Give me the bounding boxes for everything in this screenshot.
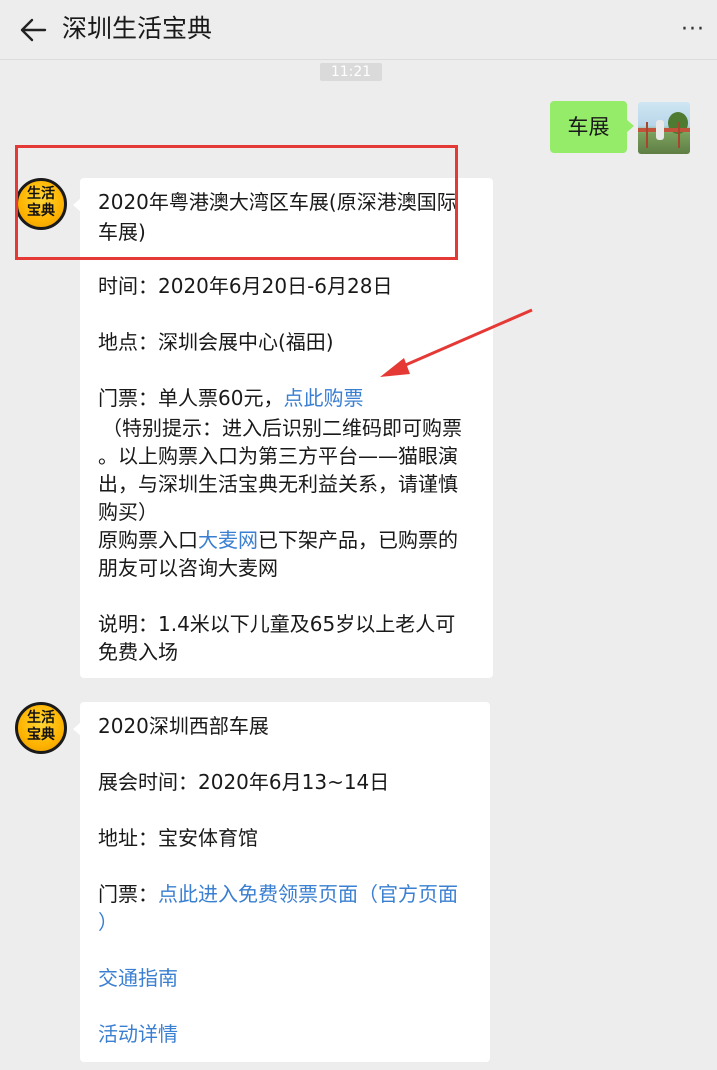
tip-text: 出，与深圳生活宝典无利益关系，请谨慎: [98, 472, 458, 496]
timestamp: 11:21: [320, 63, 382, 81]
note-text: 免费入场: [98, 640, 178, 664]
message-bubble-2[interactable]: 2020深圳西部车展 展会时间：2020年6月13~14日 地址：宝安体育馆 门…: [73, 702, 490, 1062]
original-ticket-info-cont: 朋友可以咨询大麦网: [98, 556, 278, 580]
tip-text: 。以上购票入口为第三方平台——猫眼演: [98, 444, 458, 468]
highlight-box: [15, 145, 458, 260]
event-time: 时间：2020年6月20日-6月28日: [98, 274, 393, 298]
event-address: 地址：宝安体育馆: [98, 826, 258, 850]
tip-text: 购买）: [98, 500, 158, 524]
message-title: 2020深圳西部车展: [98, 714, 269, 738]
original-ticket-info: 原购票入口大麦网已下架产品，已购票的: [98, 528, 458, 552]
ticket-info: 门票：点此进入免费领票页面（官方页面: [98, 882, 458, 906]
buy-ticket-link[interactable]: 点此购票: [283, 386, 363, 410]
annotation-arrow-icon: [380, 308, 533, 377]
free-ticket-link-cont[interactable]: ）: [98, 908, 118, 936]
free-ticket-link[interactable]: 点此进入免费领票页面（官方页面: [158, 882, 458, 906]
chat-title: 深圳生活宝典: [62, 14, 213, 43]
user-avatar-icon[interactable]: [638, 102, 690, 154]
note-text: 说明：1.4米以下儿童及65岁以上老人可: [98, 612, 456, 636]
more-icon[interactable]: ···: [681, 19, 711, 41]
sent-message-bubble[interactable]: 车展: [550, 101, 634, 153]
top-bar: 深圳生活宝典 ···: [0, 0, 717, 60]
traffic-guide-link[interactable]: 交通指南: [98, 964, 178, 992]
event-time: 展会时间：2020年6月13~14日: [98, 770, 390, 794]
event-details-link[interactable]: 活动详情: [98, 1020, 178, 1048]
tip-text: （特别提示：进入后识别二维码即可购票: [102, 416, 462, 440]
back-arrow-icon[interactable]: [18, 16, 48, 44]
ticket-info: 门票：单人票60元，点此购票: [98, 386, 364, 410]
event-place: 地点：深圳会展中心(福田): [98, 330, 334, 354]
bot-avatar-icon[interactable]: 生活 宝典: [15, 702, 67, 754]
damai-link[interactable]: 大麦网: [198, 528, 258, 552]
